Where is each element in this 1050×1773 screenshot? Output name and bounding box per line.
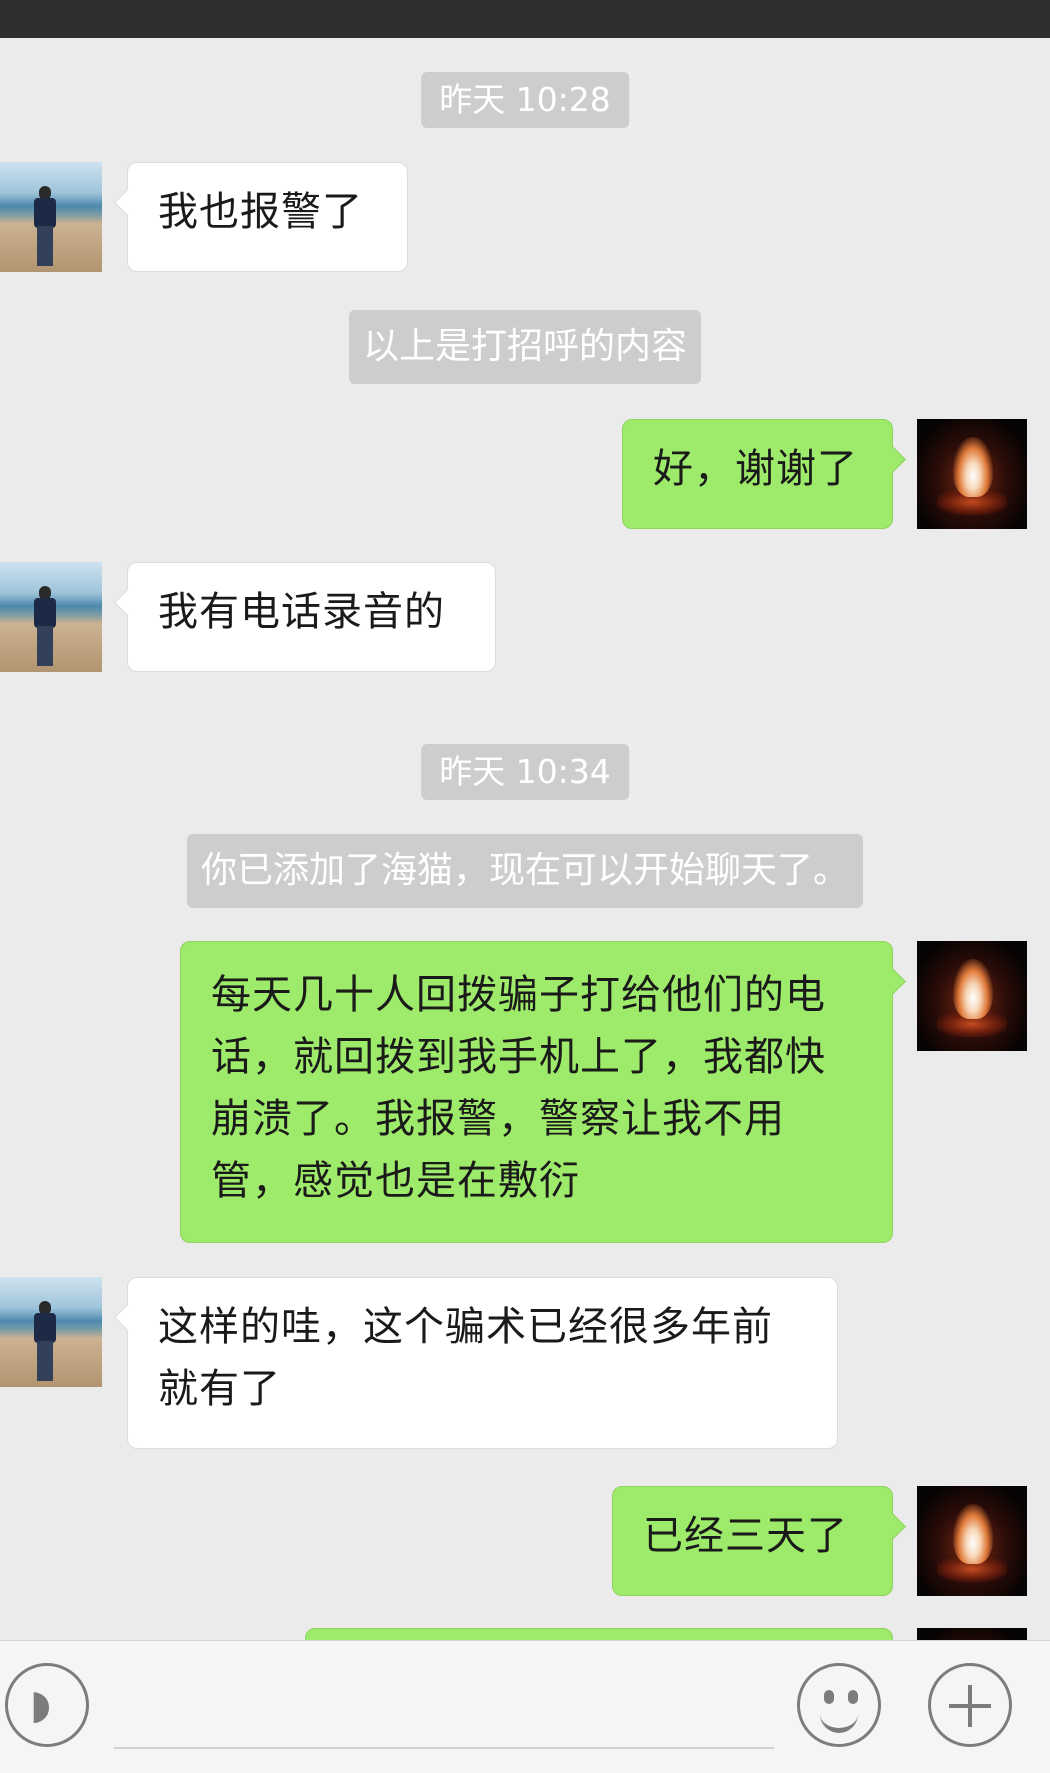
system-message: 以上是打招呼的内容 xyxy=(348,310,702,384)
message-text: 已经三天了 xyxy=(643,1513,848,1559)
text-input[interactable] xyxy=(114,1747,774,1749)
self-avatar[interactable] xyxy=(917,419,1027,529)
timestamp: 昨天 10:34 xyxy=(421,744,629,800)
system-message: 你已添加了海猫，现在可以开始聊天了。 xyxy=(186,834,864,908)
received-message[interactable]: 我有电话录音的 xyxy=(114,562,496,672)
contact-avatar[interactable] xyxy=(0,1277,102,1387)
self-avatar[interactable] xyxy=(917,941,1027,1051)
voice-icon[interactable]: ◗ xyxy=(5,1663,89,1747)
received-message[interactable]: 这样的哇，这个骗术已经很多年前就有了 xyxy=(114,1277,838,1449)
self-avatar[interactable] xyxy=(917,1486,1027,1596)
emoji-icon[interactable] xyxy=(797,1663,881,1747)
message-text: 好，谢谢了 xyxy=(653,446,858,492)
timestamp: 昨天 10:28 xyxy=(421,72,629,128)
plus-icon[interactable] xyxy=(928,1663,1012,1747)
contact-avatar[interactable] xyxy=(0,562,102,672)
sent-message[interactable]: 好，谢谢了 xyxy=(622,419,906,529)
received-message[interactable]: 我也报警了 xyxy=(114,162,408,272)
message-text: 我也报警了 xyxy=(158,189,363,235)
message-text: 每天几十人回拨骗子打给他们的电话，就回拨到我手机上了，我都快崩溃了。我报警，警察… xyxy=(211,972,826,1204)
message-text: 我有电话录音的 xyxy=(158,589,445,635)
sent-message-partial[interactable] xyxy=(305,1628,893,1640)
chat-area[interactable]: 昨天 10:28 我也报警了 以上是打招呼的内容 好，谢谢了 我有电话录音的 昨… xyxy=(0,38,1050,1640)
status-bar xyxy=(0,0,1050,38)
sent-message[interactable]: 已经三天了 xyxy=(612,1486,906,1596)
sent-message[interactable]: 每天几十人回拨骗子打给他们的电话，就回拨到我手机上了，我都快崩溃了。我报警，警察… xyxy=(180,941,906,1243)
contact-avatar[interactable] xyxy=(0,162,102,272)
message-text: 这样的哇，这个骗术已经很多年前就有了 xyxy=(158,1304,773,1412)
self-avatar[interactable] xyxy=(917,1628,1027,1640)
input-bar: ◗ xyxy=(0,1640,1050,1773)
